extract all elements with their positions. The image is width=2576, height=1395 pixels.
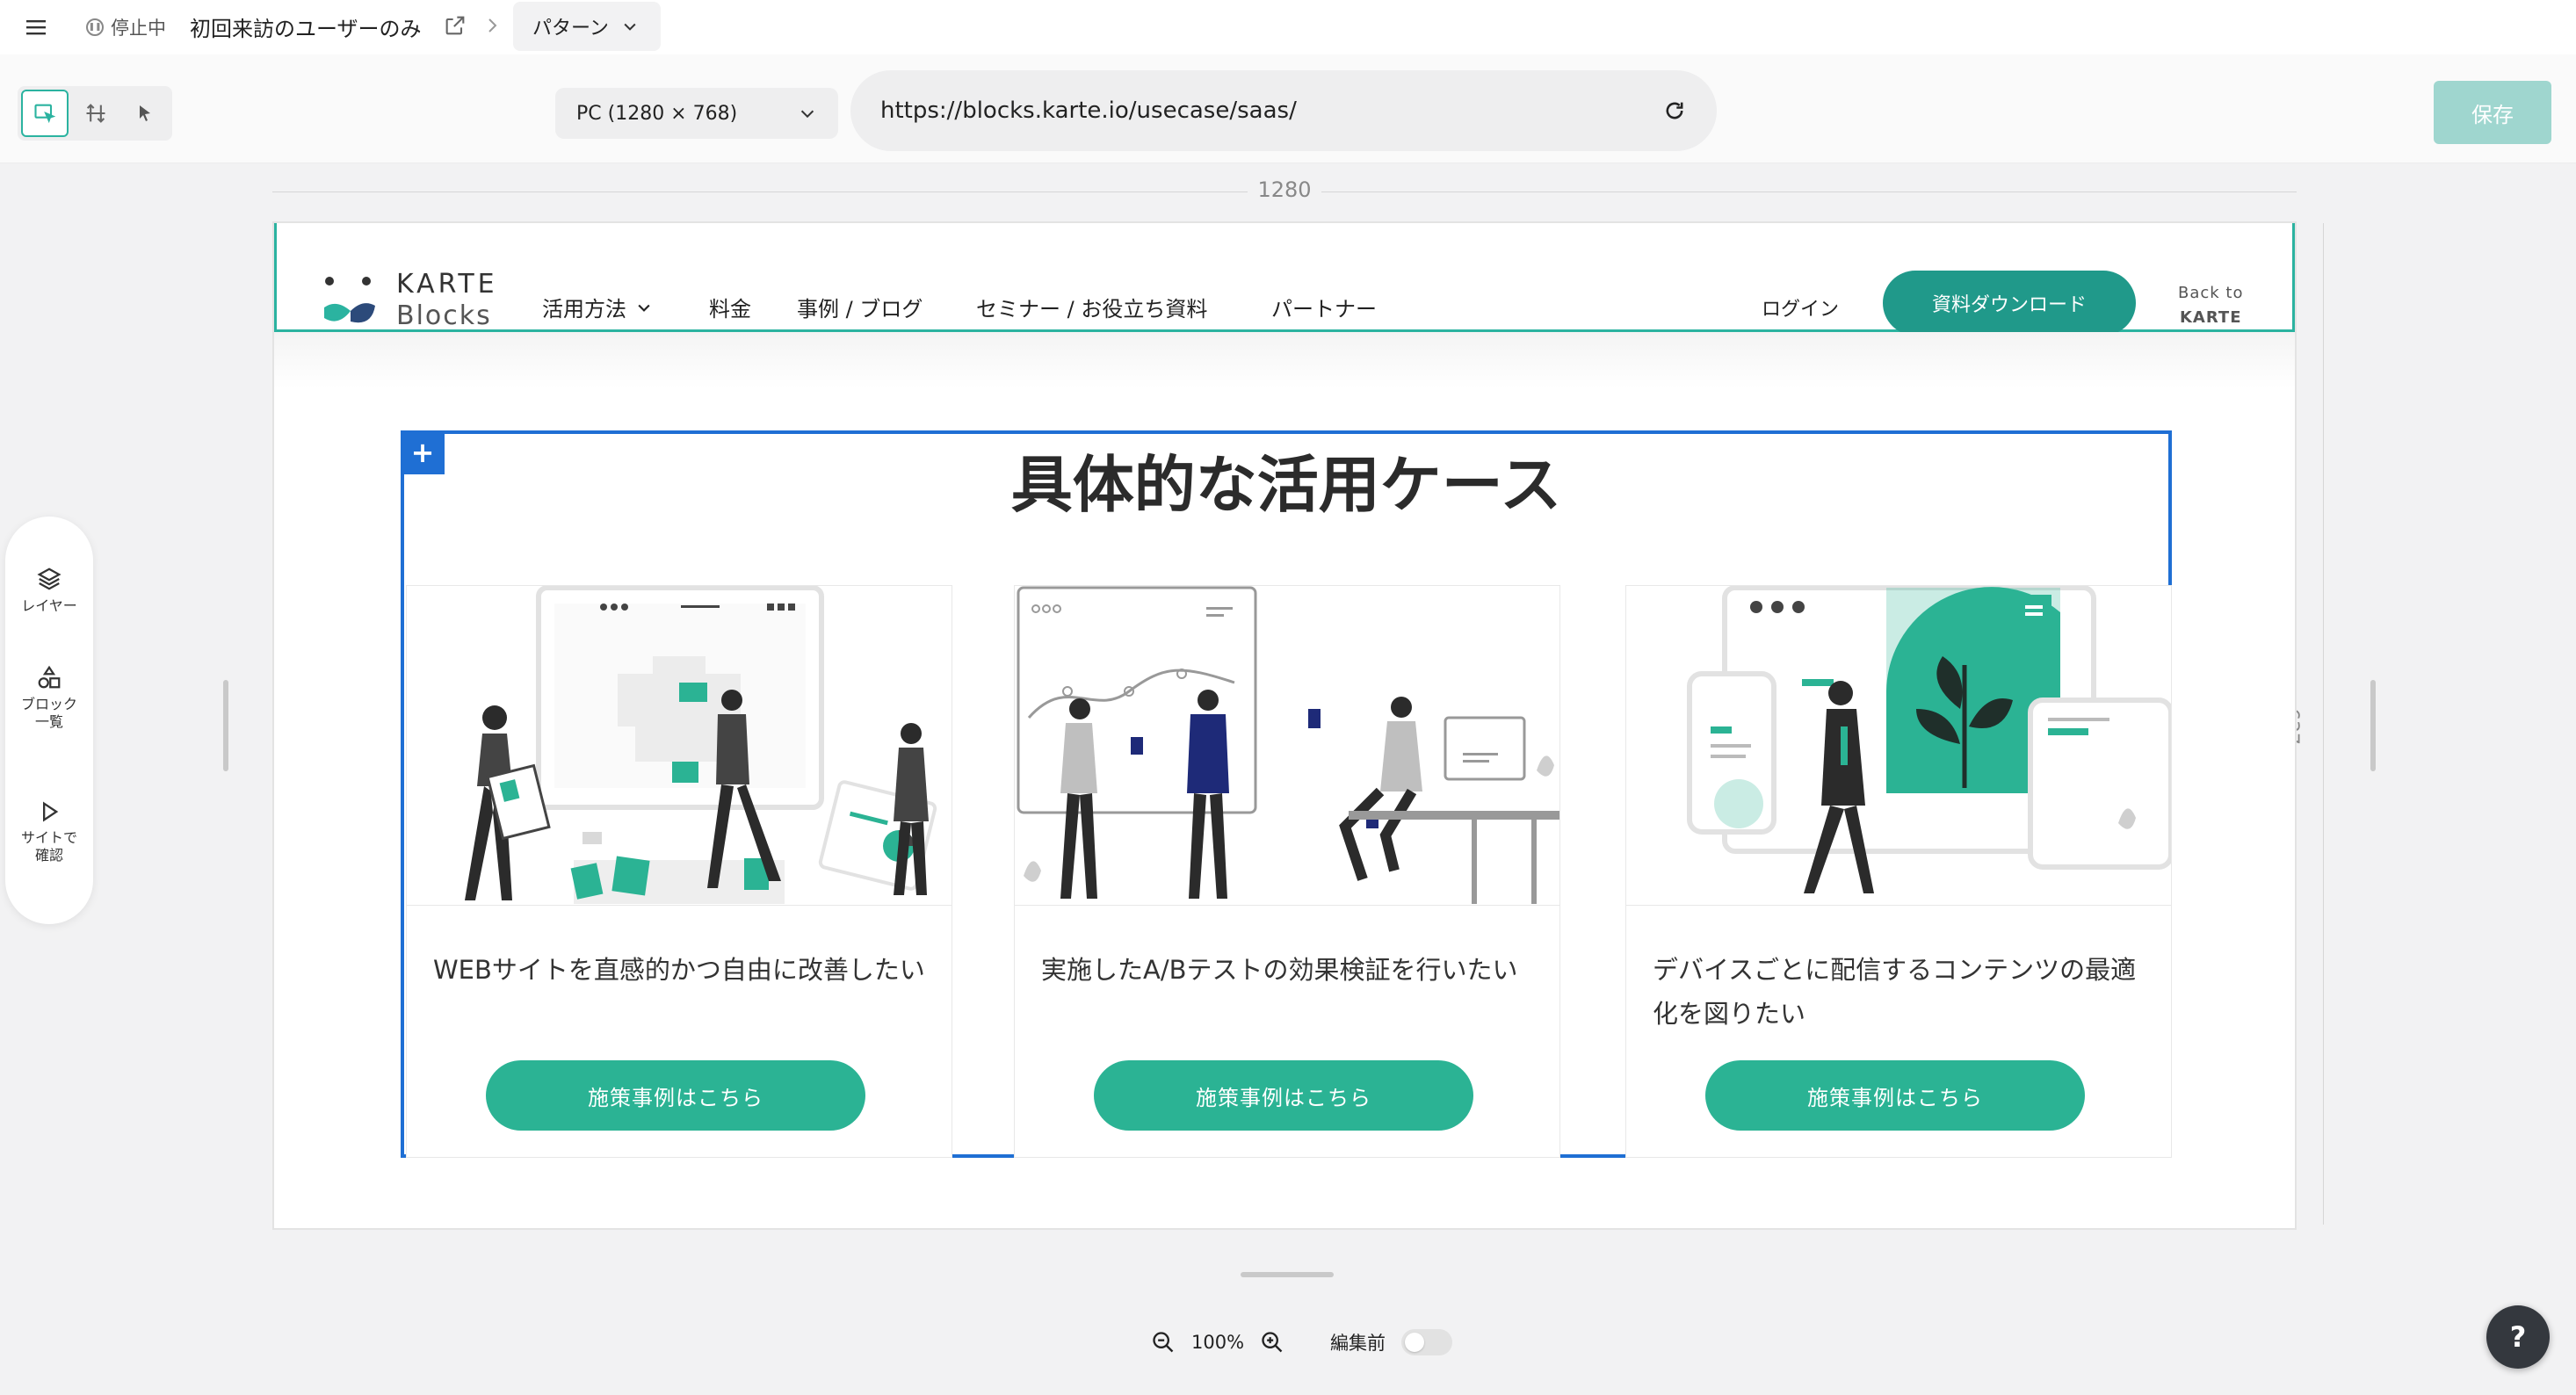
usecase-card-text: WEBサイトを直感的かつ自由に改善したい	[433, 955, 925, 985]
site-preview-label: サイトで 確認	[20, 829, 77, 864]
reorder-tool-icon[interactable]	[72, 90, 119, 137]
url-bar[interactable]: https://blocks.karte.io/usecase/saas/	[850, 70, 1717, 151]
pattern-label: パターン	[532, 18, 609, 40]
chevron-down-icon	[798, 104, 817, 123]
usecase-card: WEBサイトを直感的かつ自由に改善したい 施策事例はこちら	[406, 585, 952, 1158]
back-to-karte-link[interactable]: Back to KARTE	[2178, 281, 2244, 330]
usecase-card-text: 実施したA/Bテストの効果検証を行いたい	[1041, 955, 1518, 985]
status-indicator: ❚❚ 停止中	[86, 12, 166, 42]
case-study-button[interactable]: 施策事例はこちら	[486, 1060, 865, 1131]
karte-logo-icon[interactable]	[321, 272, 382, 329]
usecase-illustration-devices	[1626, 586, 2171, 906]
nav-label: 料金	[709, 297, 751, 322]
pattern-dropdown[interactable]: パターン	[513, 2, 661, 51]
logo-text-blocks: Blocks	[396, 300, 492, 331]
device-label: PC (1280 × 768)	[576, 102, 738, 125]
back-to-label: Back to	[2178, 284, 2244, 302]
zoom-bar: 100% 編集前	[1151, 1326, 1453, 1358]
logo-text-karte: KARTE	[396, 269, 498, 300]
plus-icon: +	[410, 436, 435, 469]
shapes-icon	[36, 664, 62, 690]
usecase-card: 実施したA/Bテストの効果検証を行いたい 施策事例はこちら	[1014, 585, 1560, 1158]
status-label: 停止中	[111, 18, 166, 39]
select-area-tool-icon[interactable]	[21, 90, 69, 137]
hamburger-menu-icon[interactable]	[23, 14, 49, 40]
selected-block[interactable]: 具体的な活用ケース WEBサイトを直感的かつ自由に改善したい 施策事例はこちら …	[401, 430, 2172, 1158]
usecase-illustration-ab-test	[1015, 586, 1559, 906]
device-select[interactable]: PC (1280 × 768)	[555, 88, 838, 139]
case-study-button[interactable]: 施策事例はこちら	[1705, 1060, 2085, 1131]
block-title[interactable]: 具体的な活用ケース	[404, 436, 2168, 524]
add-block-button[interactable]: +	[401, 430, 445, 474]
block-list-button[interactable]: ブロック 一覧	[5, 664, 93, 731]
pause-icon: ❚❚	[86, 18, 104, 36]
usecase-card: デバイスごとに配信するコンテンツの最適化を図りたい 施策事例はこちら	[1625, 585, 2172, 1158]
help-button[interactable]: ?	[2486, 1305, 2550, 1369]
external-link-icon[interactable]	[443, 13, 467, 38]
login-link[interactable]: ログイン	[1762, 293, 1839, 322]
chevron-down-icon	[621, 18, 639, 35]
editor-toolbar: PC (1280 × 768) https://blocks.karte.io/…	[0, 54, 2576, 163]
karte-label: KARTE	[2179, 308, 2242, 327]
before-edit-label: 編集前	[1330, 1333, 1386, 1354]
reload-icon[interactable]	[1662, 98, 1687, 123]
height-ruler	[2323, 223, 2324, 1225]
pointer-tool-icon[interactable]	[121, 90, 169, 137]
width-label: 1280	[1248, 177, 1321, 202]
layers-button[interactable]: レイヤー	[5, 566, 93, 615]
top-bar: ❚❚ 停止中 初回来訪のユーザーのみ パターン	[0, 0, 2576, 54]
resize-handle-right[interactable]	[2370, 680, 2376, 771]
chevron-right-icon	[481, 15, 503, 36]
zoom-out-icon[interactable]	[1151, 1330, 1176, 1355]
usecase-illustration-website	[407, 586, 952, 906]
nav-item-pricing[interactable]: 料金	[709, 292, 751, 322]
nav-item-seminar[interactable]: セミナー / お役立ち資料	[976, 292, 1207, 322]
header-spacer	[274, 332, 2295, 388]
preview-frame: KARTE Blocks 活用方法 料金 事例 / ブログ セミナー / お役立…	[272, 221, 2297, 1230]
url-text[interactable]: https://blocks.karte.io/usecase/saas/	[880, 98, 1297, 124]
nav-label: セミナー / お役立ち資料	[976, 297, 1208, 322]
block-list-label: ブロック 一覧	[20, 696, 77, 730]
nav-item-partner[interactable]: パートナー	[1271, 292, 1377, 322]
side-panel: レイヤー ブロック 一覧 サイトで 確認	[5, 517, 93, 924]
case-study-button[interactable]: 施策事例はこちら	[1094, 1060, 1473, 1131]
save-button[interactable]: 保存	[2434, 81, 2551, 144]
campaign-title[interactable]: 初回来訪のユーザーのみ	[190, 11, 422, 42]
layers-label: レイヤー	[21, 597, 77, 614]
nav-label: 活用方法	[542, 297, 626, 322]
chevron-down-icon	[635, 299, 653, 316]
nav-item-usage[interactable]: 活用方法	[542, 292, 653, 322]
site-preview-button[interactable]: サイトで 確認	[5, 799, 93, 864]
resize-handle-bottom[interactable]	[1241, 1272, 1334, 1277]
play-icon	[37, 799, 62, 824]
tool-group	[18, 86, 172, 141]
resize-handle-left[interactable]	[223, 680, 228, 771]
nav-label: 事例 / ブログ	[797, 297, 923, 322]
before-edit-toggle[interactable]	[1401, 1329, 1453, 1355]
usecase-card-text: デバイスごとに配信するコンテンツの最適化を図りたい	[1653, 955, 2137, 1029]
zoom-level: 100%	[1191, 1332, 1245, 1353]
nav-label: パートナー	[1271, 297, 1377, 322]
layers-icon	[36, 566, 62, 592]
site-header: KARTE Blocks 活用方法 料金 事例 / ブログ セミナー / お役立…	[274, 223, 2295, 336]
download-cta-button[interactable]: 資料ダウンロード	[1883, 271, 2136, 336]
zoom-in-icon[interactable]	[1260, 1330, 1284, 1355]
nav-item-cases[interactable]: 事例 / ブログ	[797, 292, 923, 322]
